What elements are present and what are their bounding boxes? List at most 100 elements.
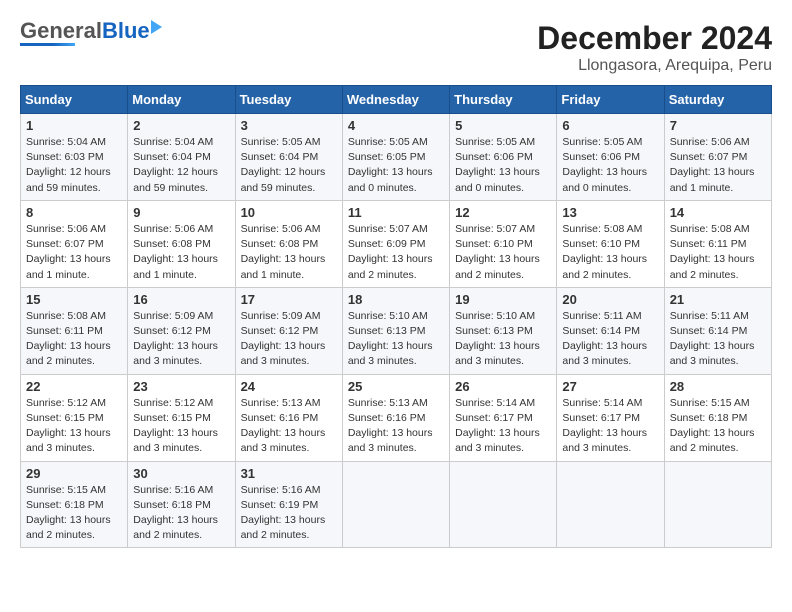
day-info: Sunrise: 5:06 AMSunset: 6:07 PMDaylight:… (670, 136, 755, 194)
day-number: 23 (133, 379, 229, 394)
calendar-day-28: 28Sunrise: 5:15 AMSunset: 6:18 PMDayligh… (664, 374, 771, 461)
calendar-day-29: 29 Sunrise: 5:15 AMSunset: 6:18 PMDayligh… (21, 461, 128, 548)
day-info: Sunrise: 5:04 AMSunset: 6:03 PMDaylight:… (26, 136, 111, 194)
day-number: 9 (133, 205, 229, 220)
calendar-week-2: 8 Sunrise: 5:06 AMSunset: 6:07 PMDaylight… (21, 200, 772, 287)
day-info: Sunrise: 5:08 AMSunset: 6:11 PMDaylight:… (26, 310, 111, 368)
calendar-day-4: 4Sunrise: 5:05 AMSunset: 6:05 PMDaylight… (342, 114, 449, 201)
calendar-day-empty (557, 461, 664, 548)
day-number: 25 (348, 379, 444, 394)
day-info: Sunrise: 5:06 AMSunset: 6:08 PMDaylight:… (241, 223, 326, 281)
day-number: 16 (133, 292, 229, 307)
day-info: Sunrise: 5:06 AMSunset: 6:07 PMDaylight:… (26, 223, 111, 281)
title-block: December 2024 Llongasora, Arequipa, Peru (537, 20, 772, 75)
calendar-day-empty (450, 461, 557, 548)
calendar-day-31: 31 Sunrise: 5:16 AMSunset: 6:19 PMDayligh… (235, 461, 342, 548)
day-number: 21 (670, 292, 766, 307)
day-number: 27 (562, 379, 658, 394)
calendar-day-15: 15 Sunrise: 5:08 AMSunset: 6:11 PMDayligh… (21, 287, 128, 374)
day-info: Sunrise: 5:11 AMSunset: 6:14 PMDaylight:… (562, 310, 647, 368)
day-number: 20 (562, 292, 658, 307)
day-number: 17 (241, 292, 337, 307)
day-info: Sunrise: 5:07 AMSunset: 6:09 PMDaylight:… (348, 223, 433, 281)
day-number: 30 (133, 466, 229, 481)
day-info: Sunrise: 5:13 AMSunset: 6:16 PMDaylight:… (241, 397, 326, 455)
day-info: Sunrise: 5:07 AMSunset: 6:10 PMDaylight:… (455, 223, 540, 281)
calendar-header-row: Sunday Monday Tuesday Wednesday Thursday… (21, 86, 772, 114)
day-info: Sunrise: 5:06 AMSunset: 6:08 PMDaylight:… (133, 223, 218, 281)
day-info: Sunrise: 5:13 AMSunset: 6:16 PMDaylight:… (348, 397, 433, 455)
col-thursday: Thursday (450, 86, 557, 114)
calendar-day-20: 20 Sunrise: 5:11 AMSunset: 6:14 PMDayligh… (557, 287, 664, 374)
day-number: 19 (455, 292, 551, 307)
day-info: Sunrise: 5:11 AMSunset: 6:14 PMDaylight:… (670, 310, 755, 368)
day-number: 7 (670, 118, 766, 133)
day-info: Sunrise: 5:05 AMSunset: 6:04 PMDaylight:… (241, 136, 326, 194)
calendar-title: December 2024 (537, 20, 772, 57)
day-info: Sunrise: 5:15 AMSunset: 6:18 PMDaylight:… (26, 484, 111, 542)
calendar-day-22: 22 Sunrise: 5:12 AMSunset: 6:15 PMDayligh… (21, 374, 128, 461)
day-number: 22 (26, 379, 122, 394)
day-number: 8 (26, 205, 122, 220)
calendar-day-17: 17 Sunrise: 5:09 AMSunset: 6:12 PMDayligh… (235, 287, 342, 374)
calendar-day-empty (342, 461, 449, 548)
day-number: 26 (455, 379, 551, 394)
day-number: 5 (455, 118, 551, 133)
calendar-week-5: 29 Sunrise: 5:15 AMSunset: 6:18 PMDayligh… (21, 461, 772, 548)
day-info: Sunrise: 5:09 AMSunset: 6:12 PMDaylight:… (133, 310, 218, 368)
calendar-day-12: 12 Sunrise: 5:07 AMSunset: 6:10 PMDayligh… (450, 200, 557, 287)
col-wednesday: Wednesday (342, 86, 449, 114)
calendar-week-4: 22 Sunrise: 5:12 AMSunset: 6:15 PMDayligh… (21, 374, 772, 461)
col-monday: Monday (128, 86, 235, 114)
day-info: Sunrise: 5:16 AMSunset: 6:18 PMDaylight:… (133, 484, 218, 542)
calendar-day-18: 18 Sunrise: 5:10 AMSunset: 6:13 PMDayligh… (342, 287, 449, 374)
day-info: Sunrise: 5:12 AMSunset: 6:15 PMDaylight:… (26, 397, 111, 455)
calendar-day-25: 25 Sunrise: 5:13 AMSunset: 6:16 PMDayligh… (342, 374, 449, 461)
day-number: 24 (241, 379, 337, 394)
day-number: 29 (26, 466, 122, 481)
calendar-subtitle: Llongasora, Arequipa, Peru (537, 57, 772, 75)
calendar-day-5: 5 Sunrise: 5:05 AMSunset: 6:06 PMDaylight… (450, 114, 557, 201)
col-sunday: Sunday (21, 86, 128, 114)
col-saturday: Saturday (664, 86, 771, 114)
day-info: Sunrise: 5:10 AMSunset: 6:13 PMDaylight:… (348, 310, 433, 368)
day-number: 12 (455, 205, 551, 220)
day-info: Sunrise: 5:15 AMSunset: 6:18 PMDaylight:… (670, 397, 755, 455)
day-info: Sunrise: 5:05 AMSunset: 6:06 PMDaylight:… (455, 136, 540, 194)
calendar-day-11: 11Sunrise: 5:07 AMSunset: 6:09 PMDayligh… (342, 200, 449, 287)
calendar-day-13: 13Sunrise: 5:08 AMSunset: 6:10 PMDayligh… (557, 200, 664, 287)
calendar-day-9: 9 Sunrise: 5:06 AMSunset: 6:08 PMDaylight… (128, 200, 235, 287)
calendar-day-30: 30 Sunrise: 5:16 AMSunset: 6:18 PMDayligh… (128, 461, 235, 548)
day-number: 2 (133, 118, 229, 133)
calendar-day-7: 7 Sunrise: 5:06 AMSunset: 6:07 PMDaylight… (664, 114, 771, 201)
day-number: 3 (241, 118, 337, 133)
day-number: 10 (241, 205, 337, 220)
day-number: 15 (26, 292, 122, 307)
logo-arrow-icon (151, 20, 162, 34)
day-info: Sunrise: 5:14 AMSunset: 6:17 PMDaylight:… (562, 397, 647, 455)
day-info: Sunrise: 5:16 AMSunset: 6:19 PMDaylight:… (241, 484, 326, 542)
day-info: Sunrise: 5:05 AMSunset: 6:05 PMDaylight:… (348, 136, 433, 194)
day-info: Sunrise: 5:12 AMSunset: 6:15 PMDaylight:… (133, 397, 218, 455)
calendar-day-8: 8 Sunrise: 5:06 AMSunset: 6:07 PMDaylight… (21, 200, 128, 287)
calendar-week-3: 15 Sunrise: 5:08 AMSunset: 6:11 PMDayligh… (21, 287, 772, 374)
calendar-day-16: 16 Sunrise: 5:09 AMSunset: 6:12 PMDayligh… (128, 287, 235, 374)
calendar-day-2: 2 Sunrise: 5:04 AMSunset: 6:04 PMDaylight… (128, 114, 235, 201)
col-tuesday: Tuesday (235, 86, 342, 114)
calendar-day-19: 19 Sunrise: 5:10 AMSunset: 6:13 PMDayligh… (450, 287, 557, 374)
calendar-day-3: 3 Sunrise: 5:05 AMSunset: 6:04 PMDaylight… (235, 114, 342, 201)
day-number: 6 (562, 118, 658, 133)
calendar-week-1: 1Sunrise: 5:04 AMSunset: 6:03 PMDaylight… (21, 114, 772, 201)
logo: GeneralBlue (20, 20, 162, 46)
col-friday: Friday (557, 86, 664, 114)
calendar-day-23: 23 Sunrise: 5:12 AMSunset: 6:15 PMDayligh… (128, 374, 235, 461)
day-info: Sunrise: 5:10 AMSunset: 6:13 PMDaylight:… (455, 310, 540, 368)
day-number: 31 (241, 466, 337, 481)
day-info: Sunrise: 5:14 AMSunset: 6:17 PMDaylight:… (455, 397, 540, 455)
day-number: 18 (348, 292, 444, 307)
calendar-day-empty (664, 461, 771, 548)
day-info: Sunrise: 5:04 AMSunset: 6:04 PMDaylight:… (133, 136, 218, 194)
logo-text: GeneralBlue (20, 20, 150, 42)
day-info: Sunrise: 5:09 AMSunset: 6:12 PMDaylight:… (241, 310, 326, 368)
day-info: Sunrise: 5:08 AMSunset: 6:11 PMDaylight:… (670, 223, 755, 281)
